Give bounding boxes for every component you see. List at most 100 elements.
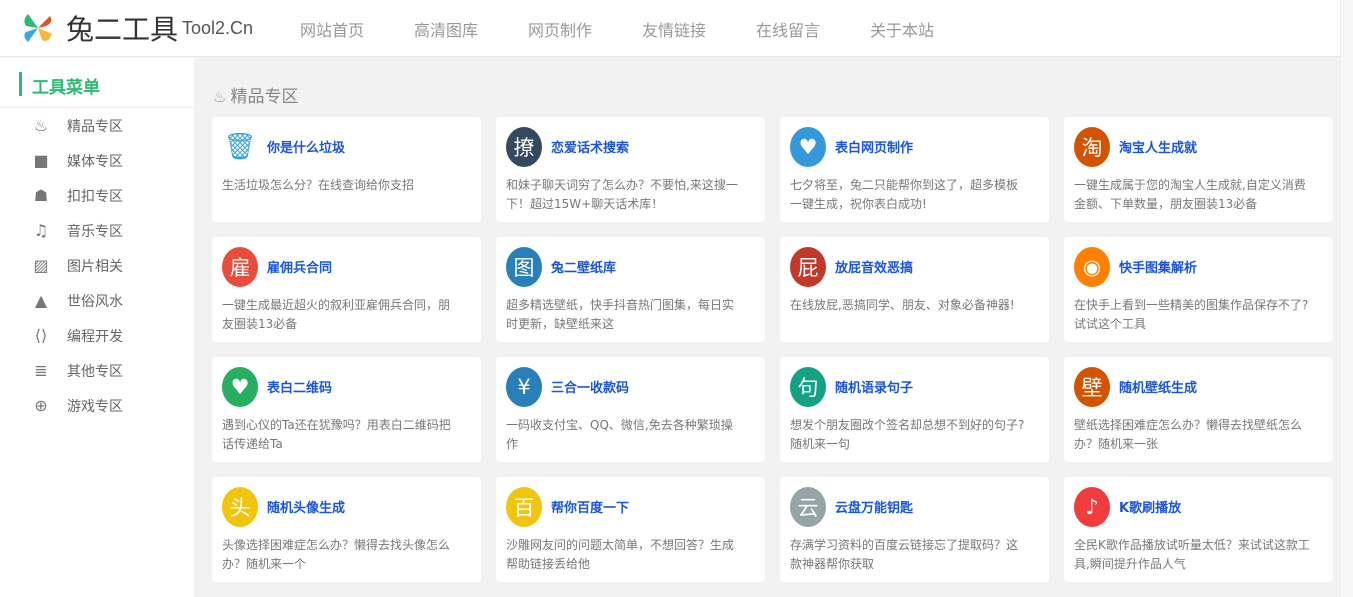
tool-description: 一码收支付宝、QQ、微信,免去各种繁琐操作 <box>506 418 733 451</box>
tool-grid: 🗑 你是什么垃圾生活垃圾怎么分？在线查询给你支招 撩恋爱话术搜索和妹子聊天词穷了怎么… <box>212 117 1333 582</box>
tool-card[interactable]: 头随机头像生成 头像选择困难症怎么办？懒得去找头像怎么办？随机来一个 <box>212 477 481 582</box>
tool-title[interactable]: 表白二维码 <box>267 377 332 396</box>
logo-domain: Tool2.Cn <box>182 18 254 38</box>
bi-icon: 壁 <box>1074 367 1110 407</box>
kuaishou-icon: ◉ <box>1074 247 1110 287</box>
tool-description: 生活垃圾怎么分？在线查询给你支招 <box>222 178 415 192</box>
database-icon: ≣ <box>34 361 48 380</box>
nav-gallery[interactable]: 高清图库 <box>414 17 528 41</box>
sidebar: 工具菜单 ♨ 精品专区 ■ 媒体专区 ☗ 扣扣专区 ♫ 音乐专区 ▨ 图片相关 ▲ 世俗风水 ⟨⟩ 编程开… <box>0 58 194 597</box>
code-file-icon: ⟨⟩ <box>34 326 48 345</box>
ju-icon: 句 <box>790 367 826 407</box>
tool-card[interactable]: ♥ 表白网页制作七夕将至，兔二只能帮你到这了，超多模板一键生成，祝你表白成功! <box>780 117 1049 222</box>
tool-card[interactable]: 淘淘宝人生成就 一键生成属于您的淘宝人生成就,自定义消费金额、下单数量，朋友圈装1… <box>1064 117 1333 222</box>
yun-icon: 云 <box>790 487 826 527</box>
sidebar-title: 工具菜单 <box>0 58 194 108</box>
tool-title[interactable]: 帮你百度一下 <box>551 497 629 516</box>
image-icon: ▨ <box>33 256 49 275</box>
nav-links[interactable]: 友情链接 <box>642 17 756 41</box>
tool-description: 一键生成最近超火的叙利亚雇佣兵合同，朋友圈装13必备 <box>222 298 451 331</box>
header: 兔二工具 Tool2.Cn 网站首页 高清图库 网页制作 友情链接 在线留言 关… <box>0 0 1340 57</box>
fire-icon: ♨ <box>213 88 227 106</box>
sidebar-item[interactable]: ⟨⟩ 编程开发 <box>0 318 194 353</box>
heart-icon: ♥ <box>790 127 826 167</box>
tool-title[interactable]: 恋爱话术搜索 <box>551 137 629 156</box>
tool-title[interactable]: 随机头像生成 <box>267 497 345 516</box>
tool-title[interactable]: 兔二壁纸库 <box>551 257 616 276</box>
tool-card[interactable]: ¥ 三合一收款码一码收支付宝、QQ、微信,免去各种繁琐操作 <box>496 357 765 462</box>
bai-icon: 百 <box>506 487 542 527</box>
tool-card[interactable]: ♪ K歌刷播放 全民K歌作品播放试听量太低？来试试这款工具,瞬间提升作品人气 <box>1064 477 1333 582</box>
tool-description: 和妹子聊天词穷了怎么办？不要怕,来这搜一下！超过15W+聊天话术库！ <box>506 178 738 211</box>
tool-card[interactable]: 壁随机壁纸生成壁纸选择困难症怎么办？懒得去找壁纸怎么办？随机来一张 <box>1064 357 1333 462</box>
sidebar-item-label: 精品专区 <box>67 118 123 135</box>
tool-description: 一键生成属于您的淘宝人生成就,自定义消费金额、下单数量，朋友圈装13必备 <box>1074 178 1306 211</box>
liao-icon: 撩 <box>506 127 542 167</box>
tool-description: 在线放屁,恶搞同学、朋友、对象必备神器! <box>790 298 1015 312</box>
video-icon: ■ <box>33 151 49 170</box>
logo-text[interactable]: 兔二工具 <box>66 8 178 48</box>
tool-title[interactable]: 放屁音效恶搞 <box>835 257 913 276</box>
tool-title[interactable]: 淘宝人生成就 <box>1119 137 1197 156</box>
tree-icon: ▲ <box>34 291 48 310</box>
tool-title[interactable]: 随机语录句子 <box>835 377 913 396</box>
sidebar-item[interactable]: ≣ 其他专区 <box>0 353 194 388</box>
nav-webmaking[interactable]: 网页制作 <box>528 17 642 41</box>
tool-title[interactable]: K歌刷播放 <box>1119 497 1181 516</box>
sidebar-item-label: 音乐专区 <box>67 223 123 240</box>
tool-description: 遇到心仪的Ta还在犹豫吗？用表白二维码把话传递给Ta <box>222 418 451 451</box>
nav-home[interactable]: 网站首页 <box>300 17 414 41</box>
tool-title[interactable]: 雇佣兵合同 <box>267 257 332 276</box>
sidebar-item-label: 世俗风水 <box>67 293 123 310</box>
tool-card[interactable]: 撩恋爱话术搜索和妹子聊天词穷了怎么办？不要怕,来这搜一下！超过15W+聊天话术库… <box>496 117 765 222</box>
tool-title[interactable]: 三合一收款码 <box>551 377 629 396</box>
sidebar-item[interactable]: ■ 媒体专区 <box>0 143 194 178</box>
qq-icon: ☗ <box>33 186 49 205</box>
tool-card[interactable]: ◉ 快手图集解析在快手上看到一些精美的图集作品保存不了?试试这个工具 <box>1064 237 1333 342</box>
tool-card[interactable]: 句随机语录句子 想发个朋友圈改个签名却总想不到好的句子?随机来一句 <box>780 357 1049 462</box>
pinwheel-logo-icon[interactable] <box>20 10 56 46</box>
music-icon: ♫ <box>33 221 49 240</box>
sidebar-item[interactable]: ⊕ 游戏专区 <box>0 388 194 423</box>
tool-title[interactable]: 表白网页制作 <box>835 137 913 156</box>
sidebar-item-label: 编程开发 <box>67 328 123 345</box>
tool-title[interactable]: 随机壁纸生成 <box>1119 377 1197 396</box>
tool-description: 七夕将至，兔二只能帮你到这了，超多模板一键生成，祝你表白成功! <box>790 178 1019 211</box>
tool-card[interactable]: 雇雇佣兵合同 一键生成最近超火的叙利亚雇佣兵合同，朋友圈装13必备 <box>212 237 481 342</box>
sidebar-item[interactable]: ▨ 图片相关 <box>0 248 194 283</box>
tool-card[interactable]: 百帮你百度一下 沙雕网友问的问题太简单，不想回答？生成帮助链接丢给他 <box>496 477 765 582</box>
sidebar-item-label: 扣扣专区 <box>67 188 123 205</box>
tool-description: 全民K歌作品播放试听量太低？来试试这款工具,瞬间提升作品人气 <box>1074 538 1310 571</box>
nav-message[interactable]: 在线留言 <box>756 17 870 41</box>
yuan-icon: ¥ <box>506 367 542 407</box>
top-nav: 网站首页 高清图库 网页制作 友情链接 在线留言 关于本站 <box>300 17 984 41</box>
sidebar-item-label: 其他专区 <box>67 363 123 380</box>
tool-title[interactable]: 快手图集解析 <box>1119 257 1197 276</box>
tool-card[interactable]: 云云盘万能钥匙存满学习资料的百度云链接忘了提取码？这款神器帮你获取 <box>780 477 1049 582</box>
sidebar-item[interactable]: ♫ 音乐专区 <box>0 213 194 248</box>
nav-about[interactable]: 关于本站 <box>870 17 984 41</box>
tou-icon: 头 <box>222 487 258 527</box>
tool-description: 壁纸选择困难症怎么办？懒得去找壁纸怎么办？随机来一张 <box>1074 418 1303 451</box>
tool-title[interactable]: 云盘万能钥匙 <box>835 497 913 516</box>
tool-description: 超多精选壁纸，快手抖音热门图集，每日实时更新，缺壁纸来这 <box>506 298 735 331</box>
tool-card[interactable]: 图兔二壁纸库 超多精选壁纸，快手抖音热门图集，每日实时更新，缺壁纸来这 <box>496 237 765 342</box>
sidebar-menu: ♨ 精品专区 ■ 媒体专区 ☗ 扣扣专区 ♫ 音乐专区 ▨ 图片相关 ▲ 世俗风水 ⟨⟩ 编程开发 ≣ 其他专… <box>0 108 194 423</box>
sidebar-item[interactable]: ▲ 世俗风水 <box>0 283 194 318</box>
trash-icon: 🗑 <box>222 127 258 167</box>
tool-description: 在快手上看到一些精美的图集作品保存不了?试试这个工具 <box>1074 298 1309 331</box>
fire-icon: ♨ <box>33 116 49 135</box>
pi-icon: 屁 <box>790 247 826 287</box>
tool-card[interactable]: ♥ 表白二维码 遇到心仪的Ta还在犹豫吗？用表白二维码把话传递给Ta <box>212 357 481 462</box>
sidebar-item[interactable]: ☗ 扣扣专区 <box>0 178 194 213</box>
sidebar-item[interactable]: ♨ 精品专区 <box>0 108 194 143</box>
tool-card[interactable]: 🗑 你是什么垃圾生活垃圾怎么分？在线查询给你支招 <box>212 117 481 222</box>
tool-title[interactable]: 你是什么垃圾 <box>267 137 345 156</box>
tool-description: 存满学习资料的百度云链接忘了提取码？这款神器帮你获取 <box>790 538 1019 571</box>
section-title: ♨ 精品专区 <box>213 82 298 107</box>
gamepad-icon: ⊕ <box>34 396 48 415</box>
tool-card[interactable]: 屁放屁音效恶搞在线放屁,恶搞同学、朋友、对象必备神器! <box>780 237 1049 342</box>
section-title-text: 精品专区 <box>230 87 299 107</box>
scrollbar[interactable] <box>1340 0 1353 597</box>
sidebar-item-label: 媒体专区 <box>67 153 123 170</box>
